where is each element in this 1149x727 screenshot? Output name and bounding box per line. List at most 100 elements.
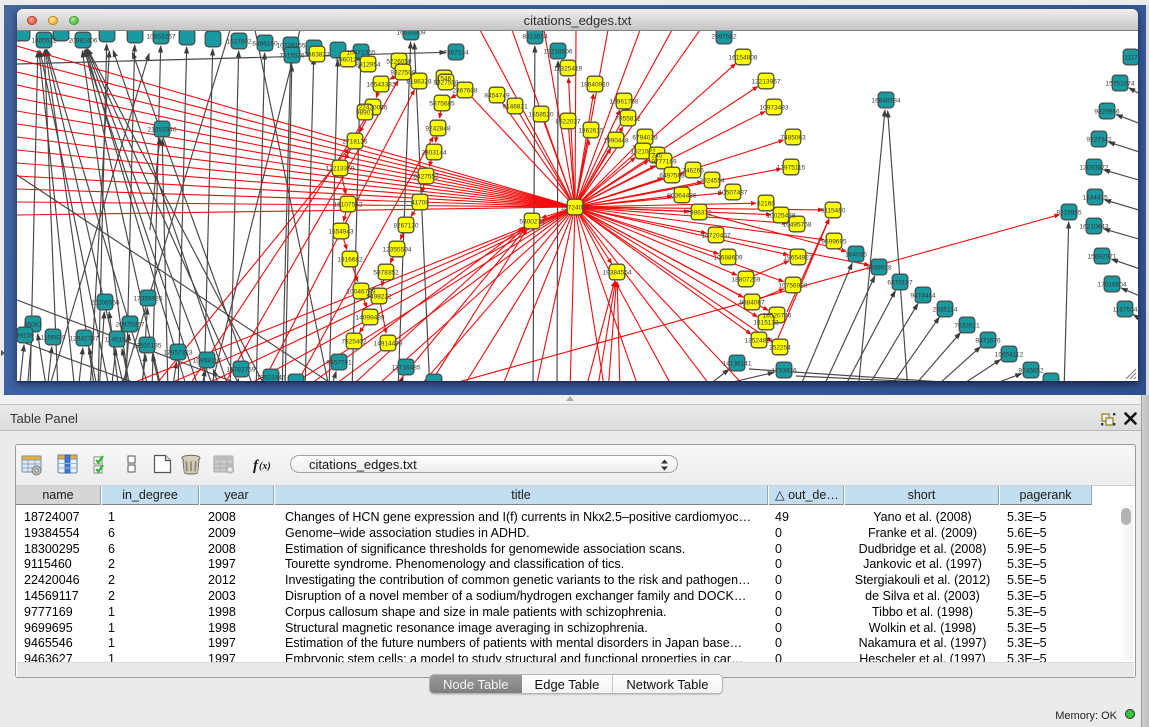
svg-text:10719155: 10719155 xyxy=(277,42,306,49)
svg-text:20975867: 20975867 xyxy=(116,321,145,328)
svg-text:2803144: 2803144 xyxy=(421,149,447,156)
svg-text:16543382: 16543382 xyxy=(367,81,396,88)
svg-text:15720407: 15720407 xyxy=(702,232,731,239)
svg-text:16210643: 16210643 xyxy=(1080,223,1109,230)
svg-text:9146821: 9146821 xyxy=(502,103,528,110)
svg-text:9329966: 9329966 xyxy=(1094,108,1120,115)
svg-text:2935114: 2935114 xyxy=(933,306,958,313)
svg-text:16495758: 16495758 xyxy=(783,221,812,228)
svg-text:18807269: 18807269 xyxy=(732,276,761,283)
svg-text:8471676: 8471676 xyxy=(975,337,1001,344)
svg-text:6879197: 6879197 xyxy=(887,279,913,286)
svg-text:16107552: 16107552 xyxy=(334,201,363,208)
svg-text:16961758: 16961758 xyxy=(610,98,639,105)
svg-text:9474444: 9474444 xyxy=(910,292,936,299)
svg-text:8215955: 8215955 xyxy=(1056,209,1082,216)
svg-text:41700: 41700 xyxy=(411,199,429,206)
svg-text:85061: 85061 xyxy=(24,321,42,328)
svg-text:19654923: 19654923 xyxy=(784,254,813,261)
svg-text:10958117: 10958117 xyxy=(193,357,222,364)
svg-text:7632621: 7632621 xyxy=(954,322,980,329)
svg-text:8267130: 8267130 xyxy=(393,222,419,229)
svg-text:2087682: 2087682 xyxy=(711,33,737,40)
svg-text:12942737: 12942737 xyxy=(70,335,99,342)
svg-text:1362615: 1362615 xyxy=(578,127,604,134)
svg-text:9242848: 9242848 xyxy=(425,125,451,132)
svg-text:16154808: 16154808 xyxy=(729,54,758,61)
svg-text:9457791: 9457791 xyxy=(326,359,352,366)
svg-text:12975115: 12975115 xyxy=(777,164,806,171)
svg-text:10025438: 10025438 xyxy=(767,212,796,219)
svg-text:5938928: 5938928 xyxy=(866,264,892,271)
svg-text:14099489: 14099489 xyxy=(356,314,385,321)
svg-text:6794028: 6794028 xyxy=(632,134,658,141)
svg-text:9115460: 9115460 xyxy=(821,207,846,214)
svg-text:1117: 1117 xyxy=(1124,54,1138,61)
svg-text:10654112: 10654112 xyxy=(995,351,1024,358)
svg-text:10973493: 10973493 xyxy=(760,104,789,111)
svg-text:10653267: 10653267 xyxy=(147,33,176,40)
svg-text:12213369: 12213369 xyxy=(326,165,355,172)
svg-text:1156829: 1156829 xyxy=(41,334,66,341)
svg-text:20206566: 20206566 xyxy=(91,299,120,306)
svg-text:1990448: 1990448 xyxy=(603,137,629,144)
svg-text:39159: 39159 xyxy=(17,332,34,339)
svg-text:8813054: 8813054 xyxy=(522,33,548,40)
svg-text:10671355: 10671355 xyxy=(347,49,376,56)
svg-text:10507487: 10507487 xyxy=(719,189,748,196)
svg-text:1145194: 1145194 xyxy=(105,336,130,343)
svg-text:16648784: 16648784 xyxy=(872,97,901,104)
svg-text:20364436: 20364436 xyxy=(668,192,697,199)
svg-text:13716485: 13716485 xyxy=(392,364,421,371)
svg-text:5300273: 5300273 xyxy=(519,218,545,225)
svg-text:12923446: 12923446 xyxy=(257,374,286,381)
svg-text:5878352: 5878352 xyxy=(373,269,399,276)
svg-text:1405572: 1405572 xyxy=(31,37,57,44)
svg-text:2718126: 2718126 xyxy=(342,138,368,145)
svg-text:12355594: 12355594 xyxy=(383,246,412,253)
svg-text:7986372: 7986372 xyxy=(686,209,712,216)
svg-text:13524851: 13524851 xyxy=(745,337,774,344)
svg-text:16782759: 16782759 xyxy=(227,366,256,373)
svg-text:9327509: 9327509 xyxy=(390,69,416,76)
svg-text:19384554: 19384554 xyxy=(603,269,632,276)
svg-text:5226058: 5226058 xyxy=(386,58,412,65)
svg-text:17359926: 17359926 xyxy=(134,295,163,302)
svg-text:2367608: 2367608 xyxy=(452,87,478,94)
svg-text:9227342: 9227342 xyxy=(1086,136,1112,143)
svg-text:20991406: 20991406 xyxy=(69,37,98,44)
svg-text:62160: 62160 xyxy=(757,200,775,207)
svg-text:1167534: 1167534 xyxy=(1113,306,1138,313)
svg-text:9777169: 9777169 xyxy=(651,158,677,165)
svg-text:11325419: 11325419 xyxy=(554,65,583,72)
svg-text:1654943: 1654943 xyxy=(328,228,354,235)
svg-text:3024554: 3024554 xyxy=(699,177,725,184)
svg-text:7663822: 7663822 xyxy=(304,51,330,58)
svg-text:8186328: 8186328 xyxy=(406,78,432,85)
svg-text:1733426: 1733426 xyxy=(771,367,797,374)
svg-text:10756928: 10756928 xyxy=(779,282,808,289)
svg-text:17957223: 17957223 xyxy=(164,349,193,356)
svg-text:746266: 746266 xyxy=(682,167,704,174)
svg-text:10688609: 10688609 xyxy=(714,254,743,261)
svg-text:16520746: 16520746 xyxy=(763,312,792,319)
svg-text:18724007: 18724007 xyxy=(561,204,590,211)
svg-text:1558520: 1558520 xyxy=(528,111,554,118)
svg-text:21053346: 21053346 xyxy=(148,126,177,133)
svg-text:16033809: 16033809 xyxy=(397,31,426,36)
svg-text:15751074: 15751074 xyxy=(1106,80,1135,87)
svg-text:8912954: 8912954 xyxy=(355,61,381,68)
svg-text:8454749: 8454749 xyxy=(484,92,510,99)
svg-text:1916682: 1916682 xyxy=(337,256,363,263)
svg-text:9699695: 9699695 xyxy=(821,238,847,245)
svg-text:6497568: 6497568 xyxy=(659,172,685,179)
svg-text:(x): (x) xyxy=(259,461,271,472)
svg-text:164095: 164095 xyxy=(845,251,867,258)
svg-text:6466160: 6466160 xyxy=(252,40,278,47)
svg-text:7515526: 7515526 xyxy=(279,52,305,59)
svg-text:98901: 98901 xyxy=(356,109,374,116)
svg-text:15692971: 15692971 xyxy=(1088,253,1117,260)
svg-text:1615132: 1615132 xyxy=(753,319,779,326)
svg-text:7485063: 7485063 xyxy=(780,134,806,141)
svg-text:12505135: 12505135 xyxy=(133,342,162,349)
